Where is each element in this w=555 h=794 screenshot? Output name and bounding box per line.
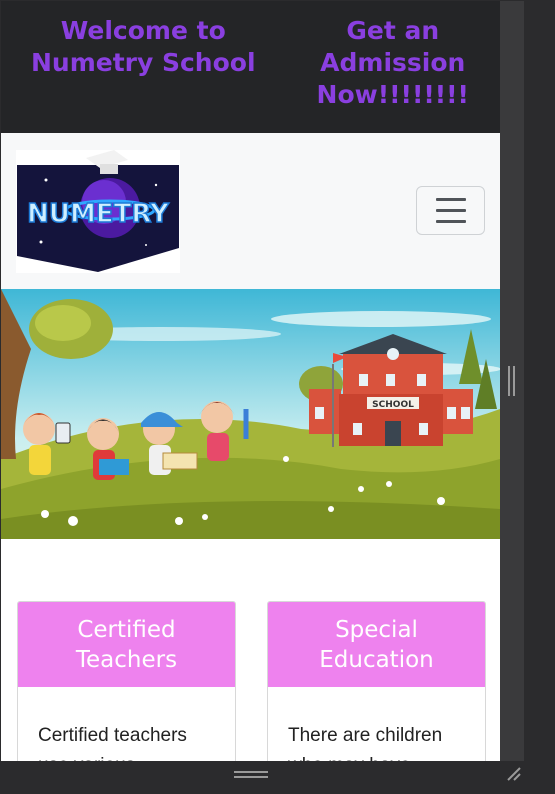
hamburger-menu-icon [435, 198, 466, 201]
card-title: Certified Teachers [18, 602, 235, 687]
hero-banner-image: SCHOOL [1, 289, 500, 539]
feature-card-special-education: Special Education There are children who… [267, 601, 486, 761]
numetry-logo[interactable]: NUMETRY [16, 150, 180, 273]
welcome-heading: Welcome to Numetry School [30, 16, 256, 77]
card-text: There are children who may have [288, 725, 443, 761]
navbar: NUMETRY [1, 133, 500, 289]
logo-text: NUMETRY [27, 199, 170, 229]
browser-frame: Welcome to Numetry School Get an Admissi… [0, 0, 555, 794]
card-title: Special Education [268, 602, 485, 687]
card-text: Certified teachers use various [38, 725, 187, 761]
logo-graphic: NUMETRY [17, 150, 179, 272]
features-section: Certified Teachers Certified teachers us… [1, 539, 500, 761]
drag-grip-icon[interactable] [234, 771, 268, 779]
navbar-toggle-button[interactable] [416, 186, 485, 235]
feature-card-certified-teachers: Certified Teachers Certified teachers us… [17, 601, 236, 761]
devtools-bottom-bar [0, 761, 555, 794]
admission-heading[interactable]: Get an Admission Now!!!!!!!! [313, 15, 473, 111]
resize-corner-icon[interactable] [504, 764, 524, 784]
panel-resize-handle[interactable] [507, 366, 517, 396]
page-viewport: Welcome to Numetry School Get an Admissi… [1, 1, 500, 761]
school-sign: SCHOOL [372, 400, 414, 410]
announcement-bar: Welcome to Numetry School Get an Admissi… [1, 1, 500, 133]
